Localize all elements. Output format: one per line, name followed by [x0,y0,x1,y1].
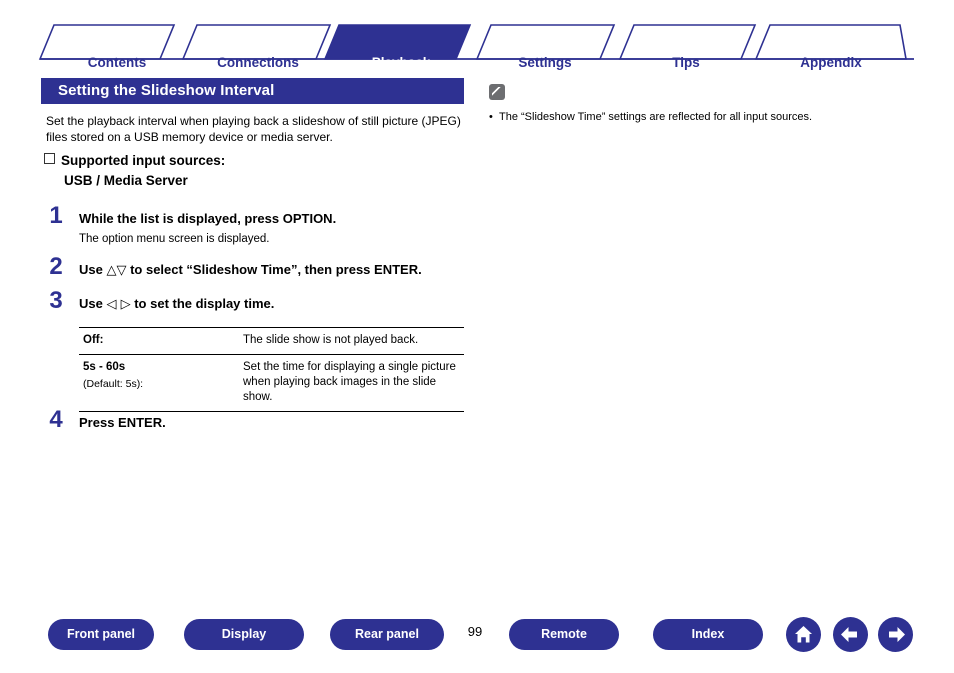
note-text: The “Slideshow Time” settings are reflec… [489,110,909,125]
step-2-title-pre: Use [79,262,107,277]
left-right-arrow-icon: ◁ ▷ [106,297,131,312]
option-range-label: 5s - 60s [83,361,126,373]
pencil-icon [489,84,505,100]
display-button[interactable]: Display [184,619,304,650]
note-block: The “Slideshow Time” settings are reflec… [489,84,909,125]
step-3: 3 Use ◁ ▷ to set the display time. [44,287,474,314]
step-4-number: 4 [49,406,63,433]
table-row: Off: The slide show is not played back. [79,327,464,355]
option-range-default: (Default: 5s): [83,378,144,390]
step-1-subtext: The option menu screen is displayed. [79,233,270,245]
supported-value: USB / Media Server [64,173,188,188]
step-2: 2 Use △▽ to select “Slideshow Time”, the… [44,253,474,280]
up-down-arrow-icon: △▽ [106,263,127,278]
step-3-number: 3 [49,287,63,314]
step-4-title: Press ENTER. [79,415,166,430]
supported-input-sources: Supported input sources: USB / Media Ser… [44,152,474,188]
step-3-title-pre: Use [79,296,107,311]
index-button[interactable]: Index [653,619,763,650]
step-3-title-post: to set the display time. [130,296,275,311]
remote-button[interactable]: Remote [509,619,619,650]
option-desc-range: Set the time for displaying a single pic… [239,354,464,412]
step-3-title: Use ◁ ▷ to set the display time. [79,295,474,313]
options-table: Off: The slide show is not played back. … [79,327,464,412]
step-1-number: 1 [49,202,63,229]
tab-contents[interactable]: Contents [62,55,172,70]
arrow-right-icon[interactable] [878,617,913,652]
arrow-right-icon-glyph [889,627,905,642]
option-desc-off: The slide show is not played back. [239,327,464,355]
rear-panel-button[interactable]: Rear panel [330,619,444,650]
option-name-range: 5s - 60s (Default: 5s): [79,354,239,412]
step-2-title: Use △▽ to select “Slideshow Time”, then … [79,261,474,279]
table-row: 5s - 60s (Default: 5s): Set the time for … [79,354,464,412]
home-icon[interactable] [786,617,821,652]
step-1-title: While the list is displayed, press OPTIO… [79,211,337,226]
option-name-off: Off: [79,327,239,355]
arrow-left-icon-glyph [841,627,857,642]
tab-settings[interactable]: Settings [484,55,606,70]
page-title: Setting the Slideshow Interval [41,78,464,104]
front-panel-button[interactable]: Front panel [48,619,154,650]
tab-connections[interactable]: Connections [196,55,320,70]
top-tab-bar[interactable]: Contents Connections Playback Settings T… [0,22,954,70]
step-2-number: 2 [49,253,63,280]
step-4: 4 Press ENTER. [44,406,474,433]
bottom-navigation[interactable]: Front panel Display Rear panel 99 Remote… [0,617,954,655]
tab-appendix[interactable]: Appendix [767,55,895,70]
tab-tips[interactable]: Tips [628,55,744,70]
arrow-left-icon[interactable] [833,617,868,652]
checkbox-square-icon [44,153,55,164]
supported-title: Supported input sources: [61,153,226,168]
page-title-text: Setting the Slideshow Interval [58,82,275,99]
step-1: 1 While the list is displayed, press OPT… [44,202,474,247]
step-2-title-post: to select “Slideshow Time”, then press E… [126,262,422,277]
intro-paragraph: Set the playback interval when playing b… [46,114,461,144]
home-icon-glyph [795,626,812,643]
page-number: 99 [467,624,483,639]
tab-playback[interactable]: Playback [337,55,465,70]
